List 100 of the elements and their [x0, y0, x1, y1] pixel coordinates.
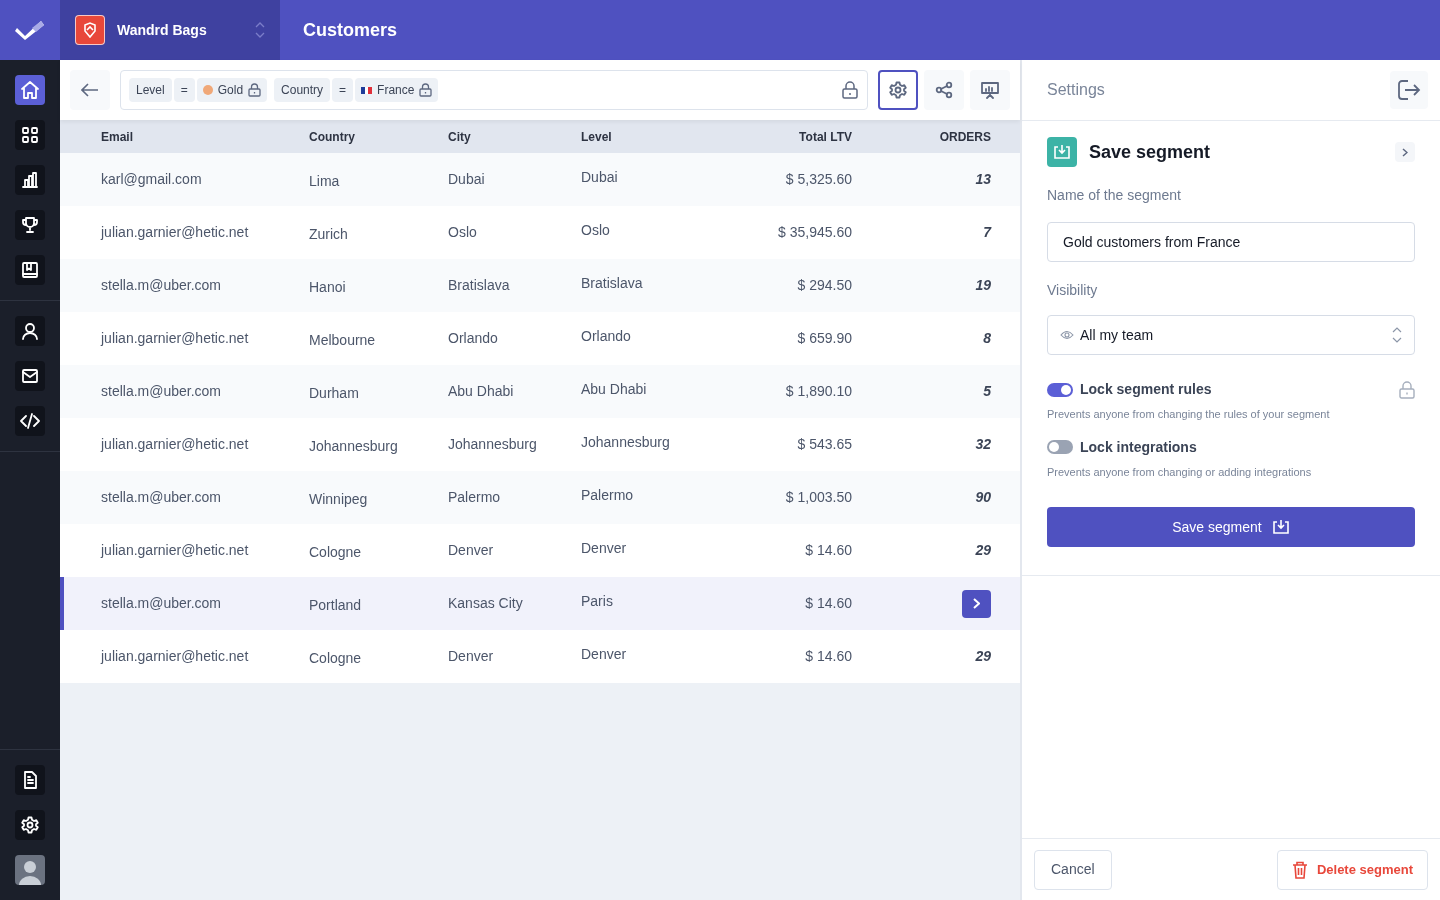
document-nav-button[interactable]: [15, 765, 45, 795]
column-header: Total LTV: [798, 128, 852, 146]
column-header: ORDERS: [938, 128, 991, 146]
table-cell-text: Denver: [581, 539, 628, 558]
table-row[interactable]: julian.garnier@hetic.net Zurich Oslo Oslo $ 35,945.60 7: [60, 206, 1020, 259]
table-row[interactable]: julian.garnier@hetic.net Johannesburg Johannesburg Johannesburg $ 543.65 32: [60, 418, 1020, 471]
table-cell-text: 7: [983, 223, 991, 242]
expand-button[interactable]: [1395, 142, 1415, 162]
toggle-switch[interactable]: [1047, 440, 1073, 454]
filter-bar[interactable]: Level = Gold Country = France: [120, 70, 868, 110]
table-cell-text: Bratislava: [581, 274, 644, 293]
workspace-switcher[interactable]: Wandrd Bags: [60, 0, 280, 60]
share-icon: [935, 81, 953, 99]
save-icon: [1271, 519, 1290, 535]
arrow-left-icon: [81, 83, 99, 97]
table-row[interactable]: julian.garnier@hetic.net Cologne Denver Denver $ 14.60 29: [60, 630, 1020, 683]
toggle-label: Lock segment rules: [1080, 380, 1213, 399]
save-segment-button[interactable]: Save segment: [1047, 507, 1415, 547]
user-nav-button[interactable]: [15, 316, 45, 346]
exit-button[interactable]: [1390, 71, 1428, 109]
bar-chart-nav-button[interactable]: [15, 165, 45, 195]
table-cell-text: Denver: [448, 647, 495, 666]
toggle-description: Prevents anyone from changing or adding integrations: [1047, 464, 1313, 480]
table-cell-text: $ 14.60: [804, 541, 852, 560]
table-cell-text: julian.garnier@hetic.net: [99, 647, 250, 666]
grid-icon: [21, 126, 39, 144]
user-icon: [21, 322, 39, 340]
column-header: Country: [309, 128, 356, 146]
filter-operator[interactable]: =: [332, 78, 354, 102]
filter-field[interactable]: Country: [274, 78, 331, 102]
table-cell-text: Denver: [581, 645, 628, 664]
table-cell-text: $ 659.90: [796, 329, 852, 348]
filter-field[interactable]: Level: [129, 78, 172, 102]
mail-nav-button[interactable]: [15, 361, 45, 391]
table-cell-text: Kansas City: [448, 594, 524, 613]
filter-operator[interactable]: =: [173, 78, 195, 102]
open-row-button[interactable]: [962, 589, 991, 618]
table-cell-text: Winnipeg: [309, 490, 369, 509]
visibility-select[interactable]: All my team: [1047, 315, 1415, 355]
table-cell-text: $ 1,003.50: [784, 488, 852, 507]
code-nav-button[interactable]: [15, 406, 45, 436]
table-row[interactable]: stella.m@uber.com Hanoi Bratislava Bratislava $ 294.50 19: [60, 259, 1020, 312]
trash-icon: [1291, 860, 1308, 879]
cancel-button[interactable]: Cancel: [1034, 849, 1112, 890]
presentation-button[interactable]: [970, 70, 1010, 110]
lock-icon: [1399, 380, 1415, 399]
table-cell-text: $ 1,890.10: [784, 382, 852, 401]
table-cell-text: Melbourne: [309, 331, 377, 350]
table-cell-text: Dubai: [448, 170, 486, 189]
segment-name-field[interactable]: Gold customers from France: [1047, 222, 1415, 262]
column-header: Email: [100, 128, 134, 146]
avatar[interactable]: [15, 855, 45, 885]
column-header: Level: [581, 128, 613, 146]
selected-table-row[interactable]: stella.m@uber.com Portland Kansas City Paris $ 14.60: [60, 577, 1020, 630]
table-row[interactable]: julian.garnier@hetic.net Melbourne Orlando Orlando $ 659.90 8: [60, 312, 1020, 365]
table-cell-text: stella.m@uber.com: [100, 276, 223, 295]
table-cell-text: Bratislava: [448, 276, 511, 295]
table-cell-text: Abu Dhabi: [448, 382, 515, 401]
table-cell-text: julian.garnier@hetic.net: [99, 223, 250, 242]
table-cell-text: $ 5,325.60: [784, 170, 852, 189]
table-cell-text: 90: [975, 488, 991, 507]
table-cell-text: julian.garnier@hetic.net: [99, 435, 250, 454]
table-cell-text: $ 35,945.60: [777, 223, 852, 242]
save-icon: [1047, 137, 1077, 167]
table-cell-text: Orlando: [581, 327, 632, 346]
table-cell-text: Orlando: [448, 329, 499, 348]
lock-icon: [419, 83, 433, 97]
lock-icon: [248, 83, 262, 97]
book-nav-button[interactable]: [15, 255, 45, 285]
table-cell-text: 8: [983, 329, 991, 348]
share-button[interactable]: [924, 70, 964, 110]
trophy-nav-button[interactable]: [15, 210, 45, 240]
settings-nav-button[interactable]: [15, 810, 45, 840]
section-title: Save segment: [1089, 140, 1212, 164]
table-cell-text: Johannesburg: [581, 433, 671, 452]
table-cell-text: stella.m@uber.com: [100, 382, 223, 401]
back-button[interactable]: [70, 70, 110, 110]
home-nav-button[interactable]: [15, 75, 45, 105]
table-cell-text: stella.m@uber.com: [100, 488, 223, 507]
chevron-right-icon: [1402, 147, 1408, 157]
toggle-label: Lock integrations: [1080, 437, 1198, 457]
settings-button[interactable]: [878, 70, 918, 110]
toggle-switch[interactable]: [1047, 382, 1073, 397]
column-header: City: [448, 128, 472, 146]
table-row[interactable]: stella.m@uber.com Durham Abu Dhabi Abu Dhabi $ 1,890.10 5: [60, 365, 1020, 418]
settings-icon: [889, 81, 907, 99]
code-icon: [20, 412, 40, 430]
table-cell-text: 29: [975, 647, 991, 666]
table-row[interactable]: karl@gmail.com Lima Dubai Dubai $ 5,325.60 13: [60, 153, 1020, 206]
grid-nav-button[interactable]: [15, 120, 45, 150]
trophy-icon: [21, 216, 39, 234]
delete-segment-button[interactable]: Delete segment: [1276, 849, 1428, 890]
table-row[interactable]: stella.m@uber.com Winnipeg Palermo Palermo $ 1,003.50 90: [60, 471, 1020, 524]
presentation-icon: [980, 81, 1000, 99]
eye-icon: [1060, 330, 1074, 340]
panel-title: Settings: [1047, 80, 1105, 100]
table-cell-text: Durham: [309, 384, 360, 403]
chevron-right-icon: [973, 598, 980, 609]
table-cell-text: Abu Dhabi: [581, 380, 648, 399]
table-row[interactable]: julian.garnier@hetic.net Cologne Denver Denver $ 14.60 29: [60, 524, 1020, 577]
